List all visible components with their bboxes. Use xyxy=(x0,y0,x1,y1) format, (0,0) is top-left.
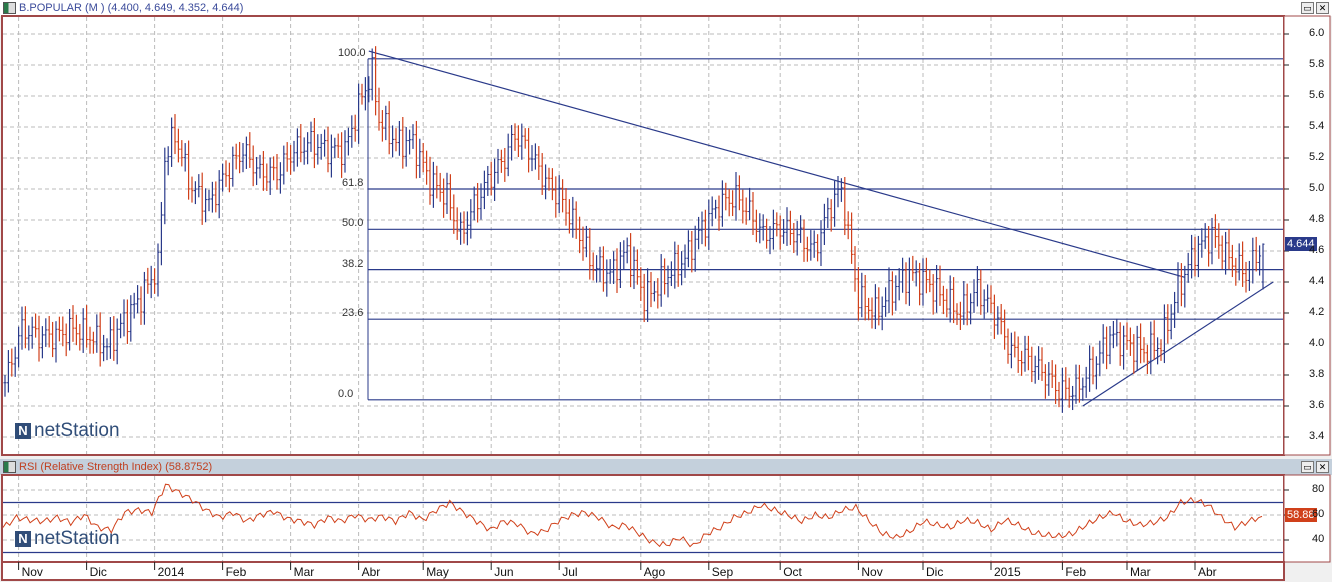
x-tick-label: May xyxy=(426,565,449,579)
y-tick-label: 5.6 xyxy=(1309,89,1325,101)
x-tick-label: Sep xyxy=(711,565,734,579)
y-tick-label: 4.4 xyxy=(1309,275,1325,287)
fib-level-label: 23.6 xyxy=(342,307,364,320)
rsi-tick-label: 80 xyxy=(1312,483,1325,495)
rsi-tick-label: 60 xyxy=(1312,508,1325,520)
x-tick-label: Ago xyxy=(643,565,666,579)
x-tick-label: Mar xyxy=(293,565,315,579)
x-tick-label: Dic xyxy=(89,565,107,579)
netstation-logo: NnetStation xyxy=(15,528,120,550)
x-tick-label: Jul xyxy=(562,565,578,579)
logo-text: netStation xyxy=(34,420,120,441)
fib-level-label: 61.8 xyxy=(342,177,364,189)
price-plot-area xyxy=(1,15,1285,456)
rsi-tick-label: 40 xyxy=(1312,533,1325,545)
price-chart[interactable] xyxy=(0,0,1332,582)
y-tick-label: 5.0 xyxy=(1309,182,1325,194)
y-tick-label: 3.6 xyxy=(1309,399,1325,411)
netstation-logo: NnetStation xyxy=(15,420,120,442)
x-tick-label: Jun xyxy=(494,565,514,579)
fib-level-label: 0.0 xyxy=(338,387,354,400)
y-tick-label: 5.8 xyxy=(1309,58,1325,70)
fib-level-label: 50.0 xyxy=(342,217,364,230)
x-tick-label: Dic xyxy=(926,565,944,579)
x-tick-label: Abr xyxy=(361,565,381,579)
x-tick-label: Feb xyxy=(225,565,247,579)
y-tick-label: 4.2 xyxy=(1309,306,1325,318)
x-tick-label: Nov xyxy=(861,565,883,579)
y-tick-label: 4.8 xyxy=(1309,213,1325,225)
y-tick-label: 5.4 xyxy=(1309,120,1325,132)
price-axis xyxy=(1283,15,1331,456)
fib-level-label: 100.0 xyxy=(338,46,366,59)
x-tick-label: Feb xyxy=(1065,565,1087,579)
x-tick-label: Mar xyxy=(1130,565,1151,579)
y-tick-label: 5.2 xyxy=(1309,151,1325,163)
y-tick-label: 6.0 xyxy=(1309,27,1325,39)
y-tick-label: 4.0 xyxy=(1309,337,1325,349)
y-tick-label: 3.4 xyxy=(1309,430,1325,442)
y-tick-label: 3.8 xyxy=(1309,368,1325,380)
x-tick-label: Oct xyxy=(783,565,802,579)
x-tick-label: 2015 xyxy=(994,565,1021,579)
x-tick-label: 2014 xyxy=(157,565,185,579)
x-tick-label: Abr xyxy=(1198,565,1217,579)
fib-level-label: 38.2 xyxy=(342,257,364,270)
rsi-plot-area xyxy=(1,474,1285,563)
x-tick-label: Nov xyxy=(21,565,43,579)
y-tick-label: 4.6 xyxy=(1309,244,1325,256)
logo-text: netStation xyxy=(34,528,120,549)
